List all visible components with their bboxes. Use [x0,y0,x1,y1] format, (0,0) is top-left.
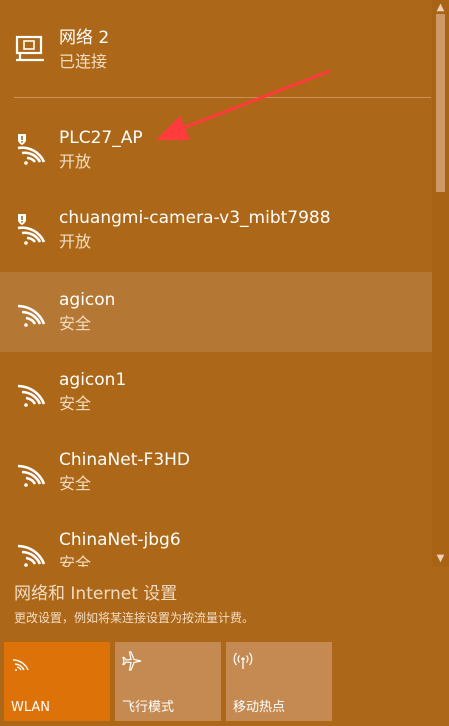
wifi-icon [17,384,46,407]
network-status: 安全 [59,394,92,413]
tile-label: WLAN [11,700,51,715]
network-status: 开放 [59,152,92,171]
network-item[interactable]: ChinaNet-F3HD 安全 [0,432,432,512]
network-status: 安全 [59,314,92,333]
scrollbar[interactable]: ▲ ▼ [432,0,449,567]
wifi-tile-icon [12,659,29,671]
annotation-arrow [156,69,331,140]
network-name: chuangmi-camera-v3_mibt7988 [59,208,331,228]
wifi-icon [17,464,46,487]
network-name: ChinaNet-F3HD [59,450,191,470]
network-name: PLC27_AP [59,128,143,148]
network-name: ChinaNet-jbg6 [59,530,181,550]
tile-label: 飞行模式 [122,700,175,715]
ethernet-icon [15,35,44,62]
tile-label: 移动热点 [233,700,286,715]
network-status: 安全 [59,474,92,493]
airplane-mode-tile[interactable]: 飞行模式 [115,642,221,721]
network-status: 开放 [59,232,92,251]
network-item[interactable]: ChinaNet-jbg6 安全 [0,512,432,567]
hotspot-icon [233,652,253,669]
network-item[interactable]: agicon1 安全 [0,352,432,432]
airplane-icon [122,651,142,671]
mobile-hotspot-tile[interactable]: 移动热点 [226,642,332,721]
wifi-open-warning-icon [17,214,46,245]
network-item[interactable]: agicon 安全 [0,272,432,352]
network-name: 网络 2 [59,28,110,48]
wifi-icon [17,304,46,327]
network-name: agicon [59,290,116,310]
wlan-tile[interactable]: WLAN [4,642,110,721]
network-settings-description: 更改设置，例如将某连接设置为按流量计费。 [14,611,255,625]
network-status: 已连接 [59,52,108,71]
network-status: 安全 [59,554,92,567]
network-flyout: 网络 2 已连接 PLC27_AP 开放 chuangmi-camera-v3_… [0,0,449,726]
wifi-open-warning-icon [17,134,46,165]
scroll-down-arrow-icon[interactable]: ▼ [432,551,449,567]
scroll-thumb[interactable] [436,14,445,192]
network-name: agicon1 [59,370,127,390]
network-item[interactable]: chuangmi-camera-v3_mibt7988 开放 [0,190,432,270]
wifi-icon [17,544,46,567]
network-settings-link[interactable]: 网络和 Internet 设置 [14,583,177,605]
